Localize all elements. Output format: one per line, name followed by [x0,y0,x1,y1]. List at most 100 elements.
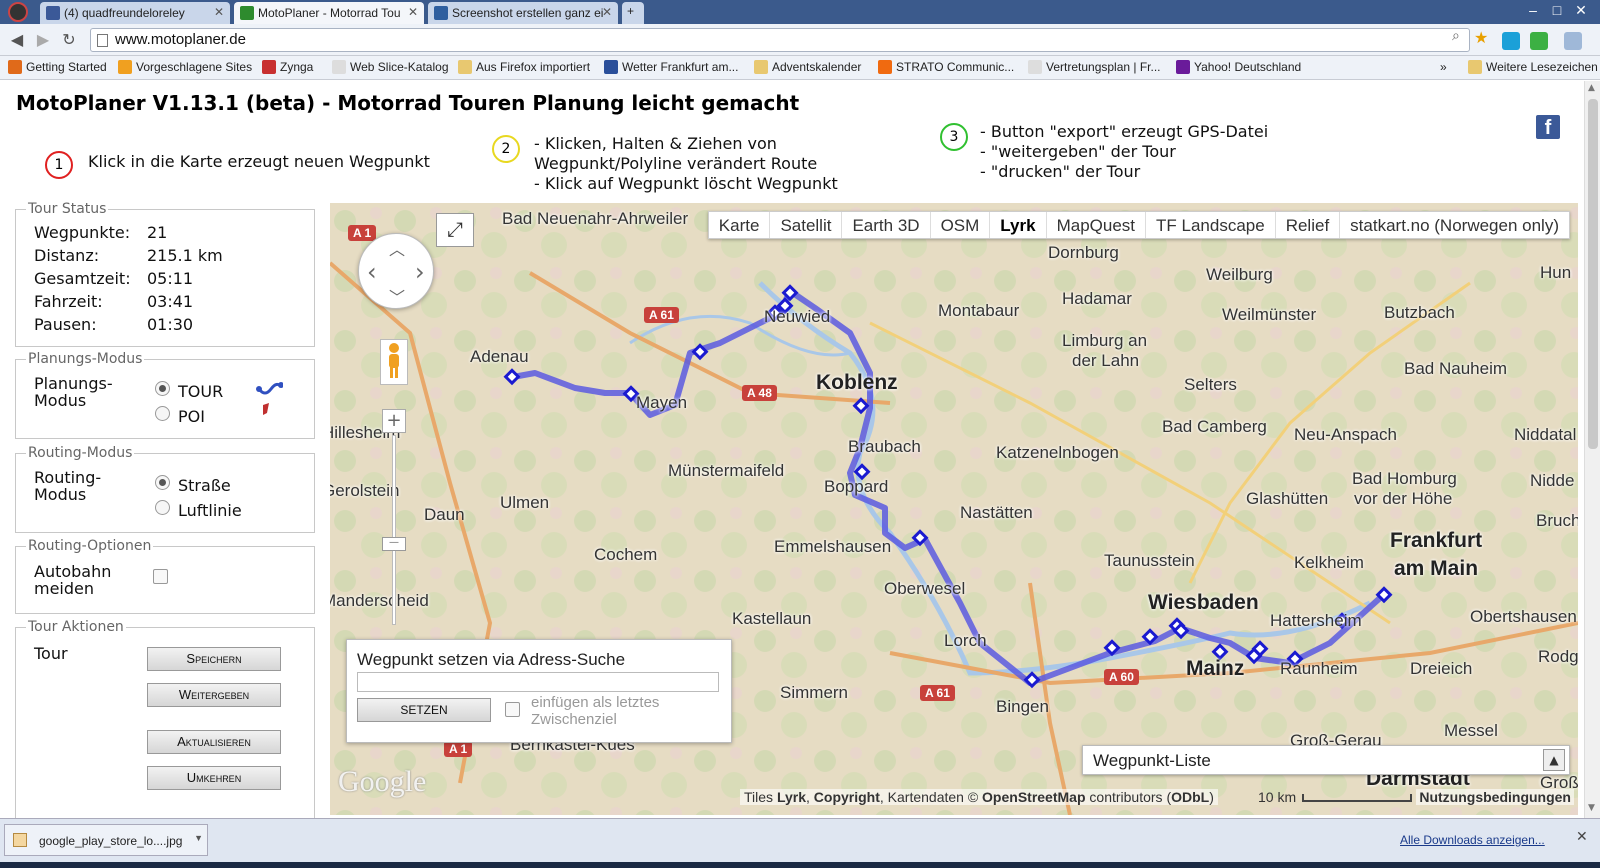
pan-down-icon[interactable]: ﹀ [389,284,405,308]
map-type-relief[interactable]: Relief [1276,212,1341,238]
download-menu-icon[interactable]: ▼ [194,833,203,843]
pan-control[interactable]: ︿ ﹀ ‹ › [358,233,434,309]
terms-link[interactable]: Nutzungsbedingungen [1416,789,1574,805]
step-3-line-3: - "drucken" der Tour [980,162,1141,181]
browser-logo-icon[interactable] [8,2,28,22]
scroll-up-icon[interactable]: ▲ [1588,83,1595,93]
map-type-tf-landscape[interactable]: TF Landscape [1146,212,1276,238]
close-window-button[interactable]: ✕ [1566,2,1596,19]
bookmark-item[interactable]: Vertretungsplan | Fr... [1028,60,1161,74]
attribution-text[interactable]: Copyright [814,789,880,805]
download-item[interactable]: google_play_store_lo....jpg ▼ [4,824,208,856]
label-line: meiden [34,579,95,598]
tour-actions-legend: Tour Aktionen [28,619,124,635]
map-type-mapquest[interactable]: MapQuest [1047,212,1147,238]
bookmark-item[interactable]: Aus Firefox importiert [458,60,590,74]
forward-icon[interactable]: ▶ [32,30,54,49]
expand-toggle-icon[interactable]: ▲ [1543,749,1565,771]
share-button[interactable]: Weitergeben [147,683,281,707]
bookmarks-more-button[interactable]: » [1440,60,1447,74]
map-label: Obertshausen [1470,607,1577,626]
map-type-statkart[interactable]: statkart.no (Norwegen only) [1340,212,1569,238]
avoid-highway-checkbox[interactable] [153,569,168,584]
bookmark-item[interactable]: Zynga [262,60,313,74]
other-bookmarks[interactable]: Weitere Lesezeichen [1468,60,1598,74]
pan-up-icon[interactable]: ︿ [389,236,405,260]
page-favicon-icon [434,6,448,20]
save-button[interactable]: Speichern [147,647,281,671]
extension-icon[interactable] [1502,32,1520,50]
tab-close-icon[interactable]: ✕ [602,5,612,19]
facebook-icon[interactable]: f [1536,115,1560,139]
set-waypoint-button[interactable]: SETZEN [357,698,491,722]
attribution-text[interactable]: Lyrk [777,789,806,805]
zoom-in-button[interactable]: + [382,409,406,433]
back-icon[interactable]: ◀ [6,30,28,49]
attribution-text: , Kartendaten © [879,789,983,805]
routing-mode-legend: Routing-Modus [28,445,133,461]
map-label: Niddatal [1514,425,1577,444]
attribution-text[interactable]: OpenStreetMap [982,789,1085,805]
fullscreen-button[interactable]: ⤢ [436,213,474,247]
reload-icon[interactable]: ↻ [58,30,80,49]
tab-close-icon[interactable]: ✕ [408,5,418,19]
close-download-bar-icon[interactable]: ✕ [1576,829,1588,845]
reverse-button[interactable]: Umkehren [147,766,281,790]
tab-motoplaner[interactable]: MotoPlaner - Motorrad Tou ✕ [234,2,424,24]
map-type-earth3d[interactable]: Earth 3D [842,212,931,238]
zoom-icon[interactable]: ⌕ [1452,28,1470,46]
zoom-slider-handle[interactable]: — [382,537,406,551]
bookmark-label: Weitere Lesezeichen [1486,60,1598,74]
download-bar: google_play_store_lo....jpg ▼ Alle Downl… [0,818,1600,868]
address-search-title: Wegpunkt setzen via Adress-Suche [357,650,626,669]
browser-toolbar: ◀ ▶ ↻ www.motoplaner.de ⌕ ★ [0,24,1600,56]
scroll-down-icon[interactable]: ▼ [1588,803,1595,813]
tab-close-icon[interactable]: ✕ [214,5,224,19]
bookmark-item[interactable]: Getting Started [8,60,107,74]
road-shield: A 61 [644,307,679,323]
zoom-slider-track[interactable] [392,435,396,625]
radio-poi[interactable] [155,406,170,421]
address-search-input[interactable] [357,672,719,692]
page-scrollbar[interactable]: ▲ ▼ [1584,81,1600,818]
radio-beeline[interactable] [155,500,170,515]
star-icon[interactable]: ★ [1474,28,1492,47]
map-label: Hun [1540,263,1572,282]
map-canvas[interactable]: Bad Neuenahr-Ahrweiler Adenau Mayen Neuw… [330,203,1578,815]
settings-icon[interactable] [1564,32,1582,50]
map-type-karte[interactable]: Karte [709,212,771,238]
radio-tour[interactable] [155,381,170,396]
map-type-lyrk[interactable]: Lyrk [990,212,1047,238]
map-label: Katzenelnbogen [996,443,1119,462]
download-file-name: google_play_store_lo....jpg [39,834,183,848]
scroll-thumb[interactable] [1588,99,1598,449]
insert-as-last-checkbox[interactable] [505,702,520,717]
map-label: Bad Nauheim [1404,359,1508,378]
bookmark-label: Zynga [280,60,314,74]
extension-icon[interactable] [1530,32,1548,50]
address-bar[interactable]: www.motoplaner.de [90,28,1470,52]
new-tab-button[interactable]: + [622,2,644,24]
pan-left-icon[interactable]: ‹ [367,258,377,286]
waypoint-list-panel[interactable]: Wegpunkt-Liste ▲ [1082,745,1570,775]
radio-street[interactable] [155,475,170,490]
pegman-icon[interactable] [380,339,408,385]
refresh-button[interactable]: Aktualisieren [147,730,281,754]
show-all-downloads-link[interactable]: Alle Downloads anzeigen... [1400,833,1545,847]
map-type-satellit[interactable]: Satellit [770,212,843,238]
pan-right-icon[interactable]: › [415,258,425,286]
bookmark-item[interactable]: Wetter Frankfurt am... [604,60,738,74]
map-label: Glashütten [1246,489,1329,508]
attribution-text[interactable]: ODbL [1171,789,1209,805]
map-label: Nastätten [960,503,1033,522]
tab-screenshot[interactable]: Screenshot erstellen ganz ei ✕ [428,2,618,24]
bookmark-item[interactable]: Vorgeschlagene Sites [118,60,252,74]
label-line: Modus [34,485,87,504]
tab-quadfreunde[interactable]: (4) quadfreundeloreley ✕ [40,2,230,24]
bookmark-item[interactable]: STRATO Communic... [878,60,1014,74]
bookmark-item[interactable]: Adventskalender [754,60,861,74]
bookmark-item[interactable]: Yahoo! Deutschland [1176,60,1301,74]
map-type-osm[interactable]: OSM [931,212,991,238]
road-shield: A 61 [920,685,955,701]
bookmark-item[interactable]: Web Slice-Katalog [332,60,449,74]
